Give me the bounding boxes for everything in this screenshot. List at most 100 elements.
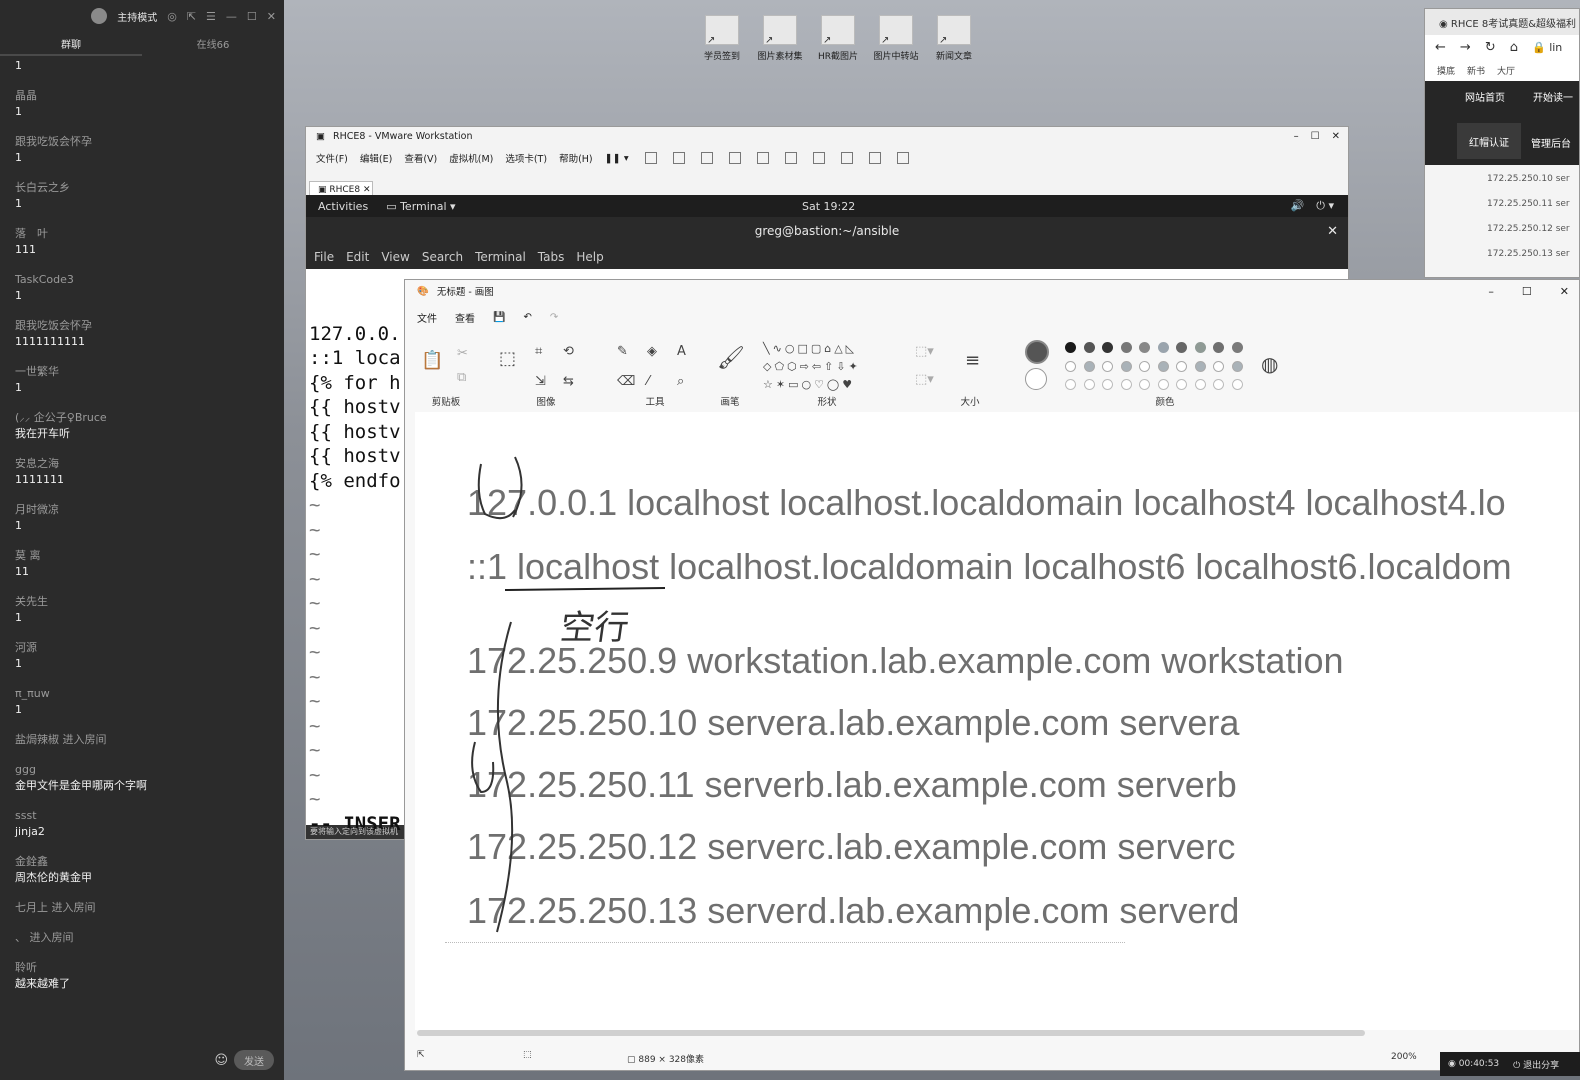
back-icon[interactable]: ← (1435, 40, 1446, 55)
chat-username[interactable]: 月时微凉 (15, 502, 284, 518)
chat-username[interactable]: 莫 离 (15, 548, 284, 564)
fill-icon[interactable]: ◈ (647, 344, 657, 359)
save-icon[interactable]: 💾 (493, 312, 505, 323)
console-icon[interactable] (868, 152, 881, 164)
palette-swatch[interactable] (1139, 342, 1150, 353)
bookmark-item[interactable]: 大厅 (1497, 64, 1515, 77)
chat-username[interactable]: 金銓鑫 (15, 854, 284, 870)
palette-swatch[interactable] (1231, 342, 1243, 353)
palette-swatch[interactable] (1120, 342, 1132, 353)
bookmark-item[interactable]: 新书 (1467, 64, 1485, 77)
close-icon[interactable]: ✕ (1327, 224, 1338, 239)
copy-icon[interactable]: ⧉ (457, 370, 466, 385)
chat-username[interactable]: ssst (15, 808, 284, 824)
revert-snapshot-icon[interactable] (700, 152, 713, 164)
eraser-icon[interactable]: ⌫ (617, 374, 635, 389)
pencil-icon[interactable]: ✎ (617, 344, 628, 359)
close-icon[interactable]: ✕ (267, 10, 276, 23)
palette-swatch[interactable] (1213, 379, 1224, 390)
nav-start-link[interactable]: 开始读一 (1533, 89, 1573, 104)
chat-username[interactable]: 河源 (15, 640, 284, 656)
bookmark-item[interactable]: 摸底 (1437, 64, 1455, 77)
chat-username[interactable]: 、 进入房间 (15, 930, 284, 946)
minimize-icon[interactable]: – (1488, 285, 1494, 298)
palette-swatch[interactable] (1083, 342, 1095, 353)
shape-row-2-icon[interactable]: ◇⬠⬡⇨⇦⇧⇩✦ (763, 360, 861, 373)
reload-icon[interactable]: ↻ (1485, 40, 1496, 55)
menu-vm[interactable]: 虚拟机(M) (449, 151, 493, 165)
palette-swatch[interactable] (1083, 360, 1095, 372)
chat-username[interactable]: 长白云之乡 (15, 180, 284, 196)
select-icon[interactable]: ⬚ (499, 348, 516, 369)
palette-swatch[interactable] (1231, 360, 1243, 372)
desktop-shortcut[interactable]: 图片素材集 (754, 15, 806, 62)
palette-swatch[interactable] (1176, 379, 1187, 390)
palette-swatch[interactable] (1194, 379, 1206, 390)
horizontal-scrollbar[interactable] (417, 1030, 1365, 1036)
brush-icon[interactable]: 🖌 (717, 346, 745, 371)
palette-swatch[interactable] (1213, 360, 1224, 372)
chat-username[interactable]: 落 叶 (15, 226, 284, 242)
clock[interactable]: Sat 19:22 (802, 200, 855, 213)
unity-icon[interactable] (840, 152, 853, 164)
emoji-icon[interactable]: ☺ (214, 1053, 228, 1068)
menu-tabs[interactable]: 选项卡(T) (505, 151, 547, 165)
color-2-swatch[interactable] (1025, 368, 1047, 390)
term-menu-terminal[interactable]: Terminal (475, 250, 526, 264)
send-button[interactable]: 发送 (234, 1050, 274, 1070)
snapshot-manager-icon[interactable] (728, 152, 741, 164)
nav-cert-link[interactable]: 红帽认证 (1457, 123, 1521, 159)
paste-icon[interactable]: 📋 (421, 350, 443, 371)
volume-icon[interactable]: 🔊 (1291, 199, 1305, 213)
palette-swatch[interactable] (1176, 360, 1187, 372)
palette-swatch[interactable] (1065, 379, 1076, 390)
term-menu-view[interactable]: View (381, 250, 409, 264)
resize-icon[interactable]: ⇲ (535, 374, 546, 389)
terminal-app-menu[interactable]: ▭ Terminal ▾ (386, 200, 455, 213)
close-icon[interactable]: ✕ (1332, 131, 1340, 142)
flip-icon[interactable]: ⇆ (563, 374, 574, 389)
menu-edit[interactable]: 编辑(E) (360, 151, 392, 165)
maximize-icon[interactable]: ☐ (1311, 131, 1320, 142)
cut-icon[interactable]: ✂ (457, 346, 468, 361)
desktop-shortcut[interactable]: HR截图片 (812, 15, 864, 62)
chat-username[interactable]: π_πuw (15, 686, 284, 702)
popout-icon[interactable]: ⇱ (187, 10, 196, 23)
redo-icon[interactable]: ↷ (550, 312, 558, 323)
chat-username[interactable]: 关先生 (15, 594, 284, 610)
term-menu-tabs[interactable]: Tabs (538, 250, 565, 264)
minimize-icon[interactable]: — (226, 10, 237, 23)
tab-group-chat[interactable]: 群聊 (0, 32, 142, 56)
term-menu-help[interactable]: Help (576, 250, 603, 264)
chat-username[interactable]: 安息之海 (15, 456, 284, 472)
magnifier-icon[interactable]: ⌕ (677, 374, 684, 389)
chat-username[interactable]: 聆听 (15, 960, 284, 976)
color-1-swatch[interactable] (1025, 340, 1049, 364)
home-icon[interactable]: ⌂ (1510, 40, 1518, 55)
palette-swatch[interactable] (1102, 360, 1113, 372)
desktop-shortcut[interactable]: 新闻文章 (928, 15, 980, 62)
desktop-shortcut[interactable]: 学员签到 (696, 15, 748, 62)
palette-swatch[interactable] (1120, 379, 1132, 390)
browser-tab[interactable]: ◉ RHCE 8考试真题&超级福利 (1425, 9, 1579, 35)
palette-swatch[interactable] (1157, 342, 1169, 353)
forward-icon[interactable]: → (1460, 40, 1471, 55)
chat-username[interactable]: 跟我吃饭会怀孕 (15, 318, 284, 334)
palette-swatch[interactable] (1120, 360, 1132, 372)
palette-swatch[interactable] (1139, 379, 1150, 390)
palette-swatch[interactable] (1231, 379, 1243, 390)
palette-swatch[interactable] (1194, 360, 1206, 372)
maximize-icon[interactable]: ☐ (1522, 285, 1532, 298)
snapshot-icon[interactable] (672, 152, 685, 164)
address-bar[interactable]: 🔒 lin (1532, 41, 1562, 54)
chat-username[interactable]: (⸝⸝ 企公子♀Bruce (15, 410, 284, 426)
line-width-icon[interactable]: ≡ (965, 350, 980, 371)
nav-admin-link[interactable]: 管理后台 (1531, 135, 1571, 150)
paint-menu-view[interactable]: 查看 (455, 310, 475, 325)
chat-username[interactable]: ggg (15, 762, 284, 778)
send-ctrl-alt-del-icon[interactable] (644, 152, 657, 164)
text-icon[interactable]: A (677, 344, 686, 359)
palette-swatch[interactable] (1176, 342, 1187, 353)
maximize-icon[interactable]: ☐ (247, 10, 257, 23)
palette-swatch[interactable] (1157, 360, 1169, 372)
